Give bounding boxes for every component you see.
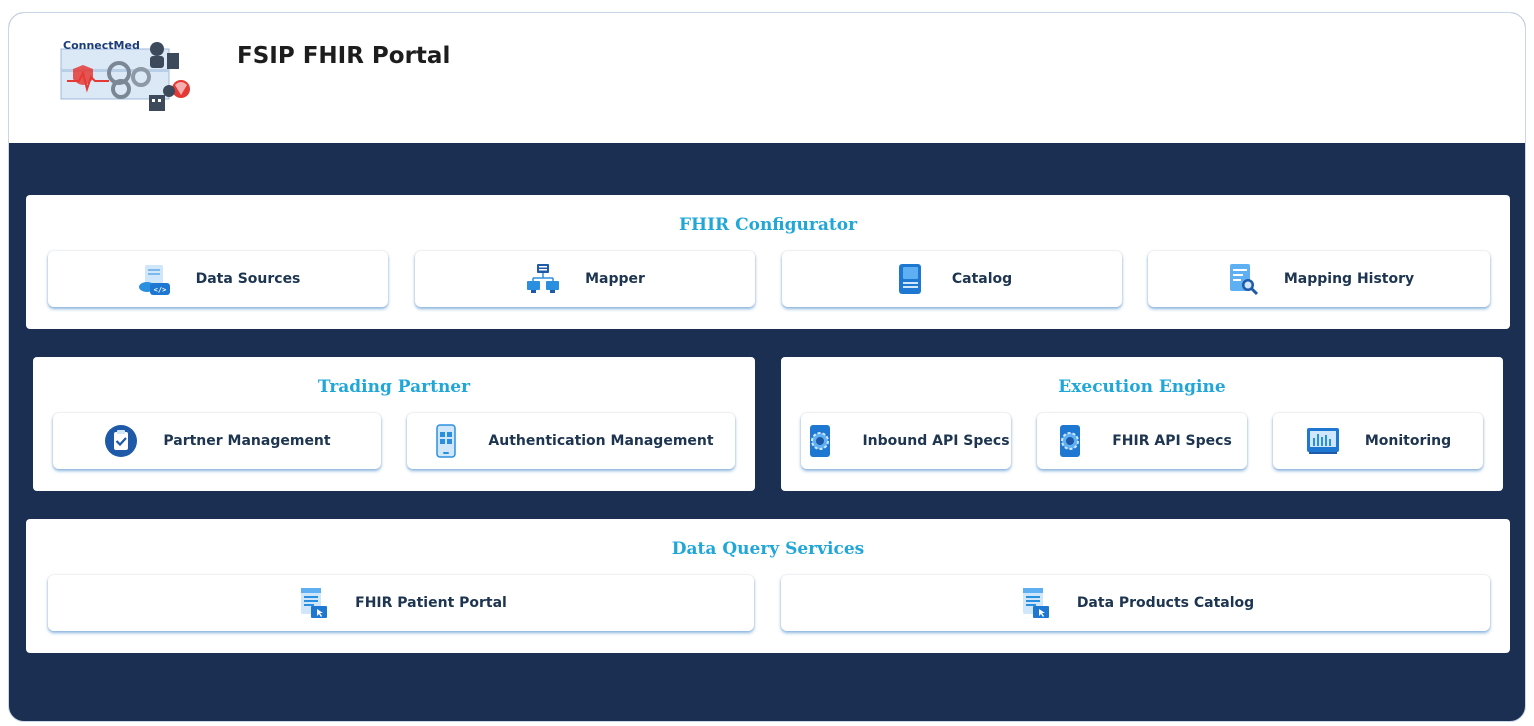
data-sources-button[interactable]: </> Data Sources [48,251,388,307]
mapper-label: Mapper [585,271,645,287]
api-gear-icon [1052,423,1088,459]
monitoring-label: Monitoring [1364,433,1452,449]
mapping-history-icon [1224,261,1260,297]
data-products-catalog-button[interactable]: Data Products Catalog [781,575,1490,631]
document-pointer-icon [295,585,331,621]
data-products-catalog-label: Data Products Catalog [1076,595,1255,611]
mapping-history-button[interactable]: Mapping History [1148,251,1490,307]
section-data-query-services: Data Query Services FHIR Patient Portal … [26,519,1510,653]
partner-management-label: Partner Management [163,433,331,449]
section-execution-engine: Execution Engine Inbound API Specs FHIR … [781,357,1503,491]
inbound-api-specs-label: Inbound API Specs [862,433,1010,449]
svg-text:ConnectMed: ConnectMed [63,39,140,52]
data-sources-label: Data Sources [195,271,301,287]
section-title: Data Query Services [671,539,865,559]
catalog-button[interactable]: Catalog [782,251,1122,307]
inbound-api-specs-button[interactable]: Inbound API Specs [801,413,1011,469]
section-trading-partner: Trading Partner Partner Management Authe… [33,357,755,491]
fhir-api-specs-button[interactable]: FHIR API Specs [1037,413,1247,469]
monitoring-button[interactable]: Monitoring [1273,413,1483,469]
fhir-api-specs-label: FHIR API Specs [1112,433,1232,449]
authentication-management-button[interactable]: Authentication Management [407,413,735,469]
partner-management-button[interactable]: Partner Management [53,413,381,469]
app-title: FSIP FHIR Portal [237,43,451,69]
mapper-network-icon [525,261,561,297]
connectmed-logo[interactable]: ConnectMed [59,39,211,115]
fhir-patient-portal-button[interactable]: FHIR Patient Portal [48,575,754,631]
catalog-label: Catalog [951,271,1013,287]
mapper-button[interactable]: Mapper [415,251,755,307]
catalog-book-icon [892,261,928,297]
section-title: Execution Engine [1058,377,1226,397]
mapping-history-label: Mapping History [1283,271,1415,287]
section-title: Trading Partner [317,377,471,397]
monitor-chart-icon [1305,423,1341,459]
api-gear-icon [802,423,838,459]
section-title: FHIR Configurator [678,215,858,235]
header: ConnectMed FSIP FHIR Portal [9,13,1525,143]
fhir-patient-portal-label: FHIR Patient Portal [355,595,507,611]
connectmed-logo-graphic: ConnectMed [60,39,190,111]
clipboard-check-icon [103,423,139,459]
svg-text:</>: </> [153,286,166,294]
data-sources-icon: </> [136,261,172,297]
document-pointer-icon [1017,585,1053,621]
authentication-management-label: Authentication Management [488,433,714,449]
section-fhir-configurator: FHIR Configurator </> Data Sources Mappe… [26,195,1510,329]
mobile-app-icon [428,423,464,459]
portal-frame: ConnectMed FSIP FHIR Portal FHIR Configu… [8,12,1526,722]
